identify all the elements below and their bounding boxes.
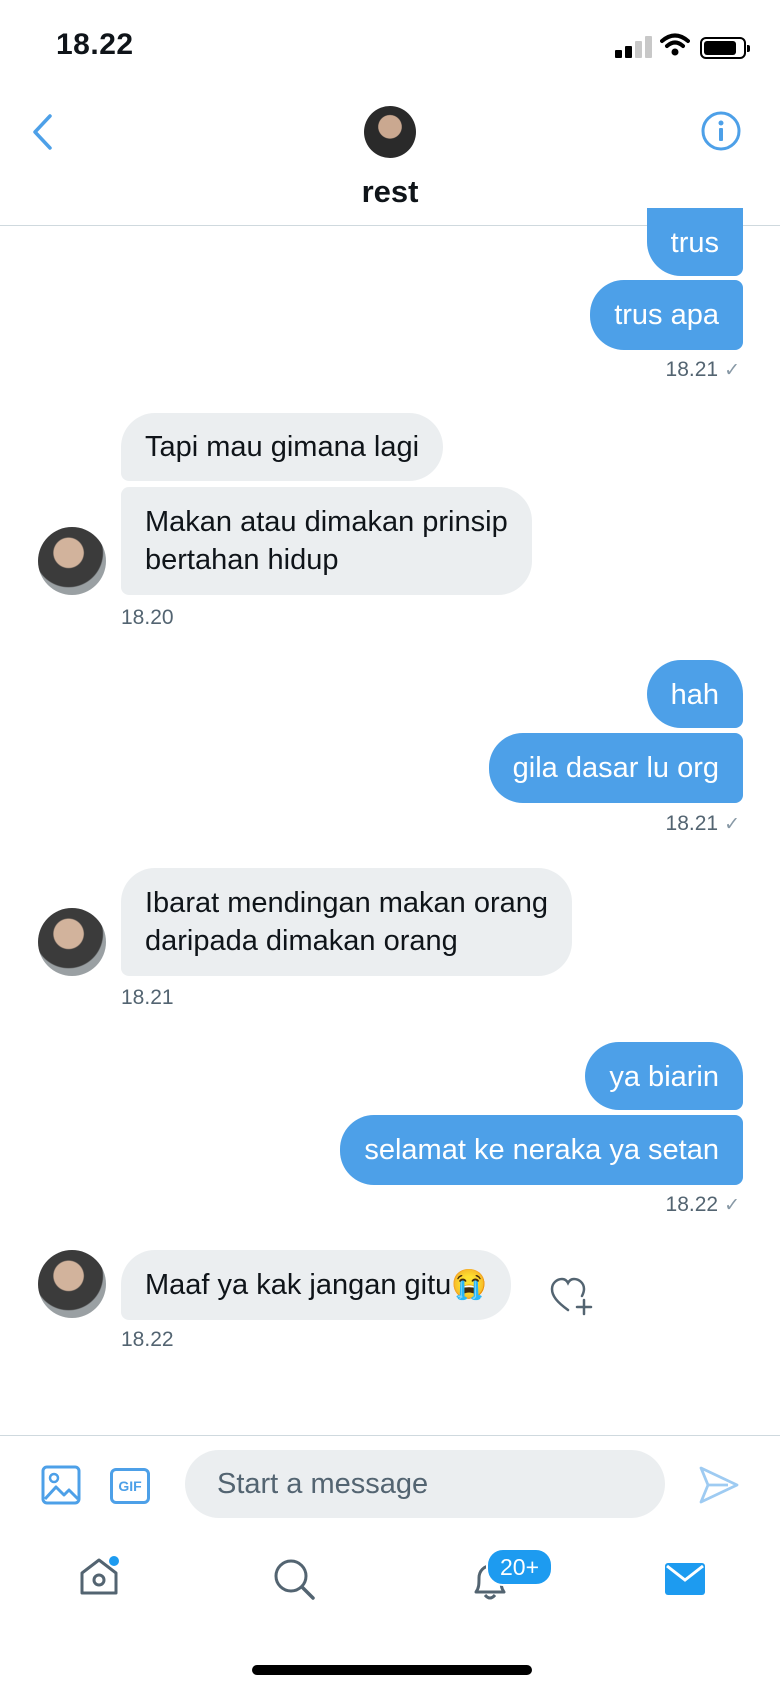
contact-avatar[interactable] xyxy=(38,527,106,595)
back-icon[interactable] xyxy=(30,112,54,152)
message-bubble-incoming[interactable]: Ibarat mendingan makan orang daripada di… xyxy=(121,868,573,976)
mail-icon[interactable] xyxy=(664,1562,706,1596)
timestamp: 18.22 ✓ xyxy=(665,1193,740,1216)
header-avatar[interactable] xyxy=(364,106,416,158)
search-icon[interactable] xyxy=(272,1557,316,1601)
composer-divider xyxy=(0,1435,780,1436)
message-bubble-outgoing[interactable]: trus xyxy=(646,208,743,276)
battery-icon xyxy=(700,37,750,59)
heart-add-icon[interactable] xyxy=(549,1276,595,1318)
message-input[interactable]: Start a message xyxy=(185,1450,665,1518)
timestamp: 18.21 ✓ xyxy=(665,358,740,381)
message-bubble-outgoing[interactable]: gila dasar lu org xyxy=(488,733,743,803)
message-bubble-outgoing[interactable]: hah xyxy=(646,660,743,728)
send-icon[interactable] xyxy=(698,1465,740,1505)
timestamp: 18.21 ✓ xyxy=(665,812,740,835)
message-bubble-outgoing[interactable]: selamat ke neraka ya setan xyxy=(340,1115,743,1185)
home-indicator[interactable] xyxy=(252,1665,532,1675)
home-icon[interactable] xyxy=(78,1556,120,1598)
status-time: 18.22 xyxy=(56,28,134,61)
wifi-icon xyxy=(660,33,690,56)
contact-avatar[interactable] xyxy=(38,908,106,976)
timestamp: 18.22 xyxy=(121,1328,174,1351)
message-bubble-incoming[interactable]: Maaf ya kak jangan gitu😭 xyxy=(121,1250,512,1320)
timestamp: 18.20 xyxy=(121,606,174,629)
message-bubble-incoming[interactable]: Makan atau dimakan prinsip bertahan hidu… xyxy=(121,487,532,595)
message-bubble-outgoing[interactable]: ya biarin xyxy=(585,1042,743,1110)
gif-icon[interactable]: GIF xyxy=(110,1468,150,1504)
contact-name[interactable]: rest xyxy=(0,174,780,210)
message-bubble-outgoing[interactable]: trus apa xyxy=(590,280,743,350)
signal-icon xyxy=(615,36,653,58)
timestamp: 18.21 xyxy=(121,986,174,1009)
message-bubble-incoming[interactable]: Tapi mau gimana lagi xyxy=(121,413,444,481)
image-icon[interactable] xyxy=(41,1465,81,1505)
notifications-badge: 20+ xyxy=(486,1548,554,1586)
info-icon[interactable] xyxy=(700,110,742,152)
contact-avatar[interactable] xyxy=(38,1250,106,1318)
